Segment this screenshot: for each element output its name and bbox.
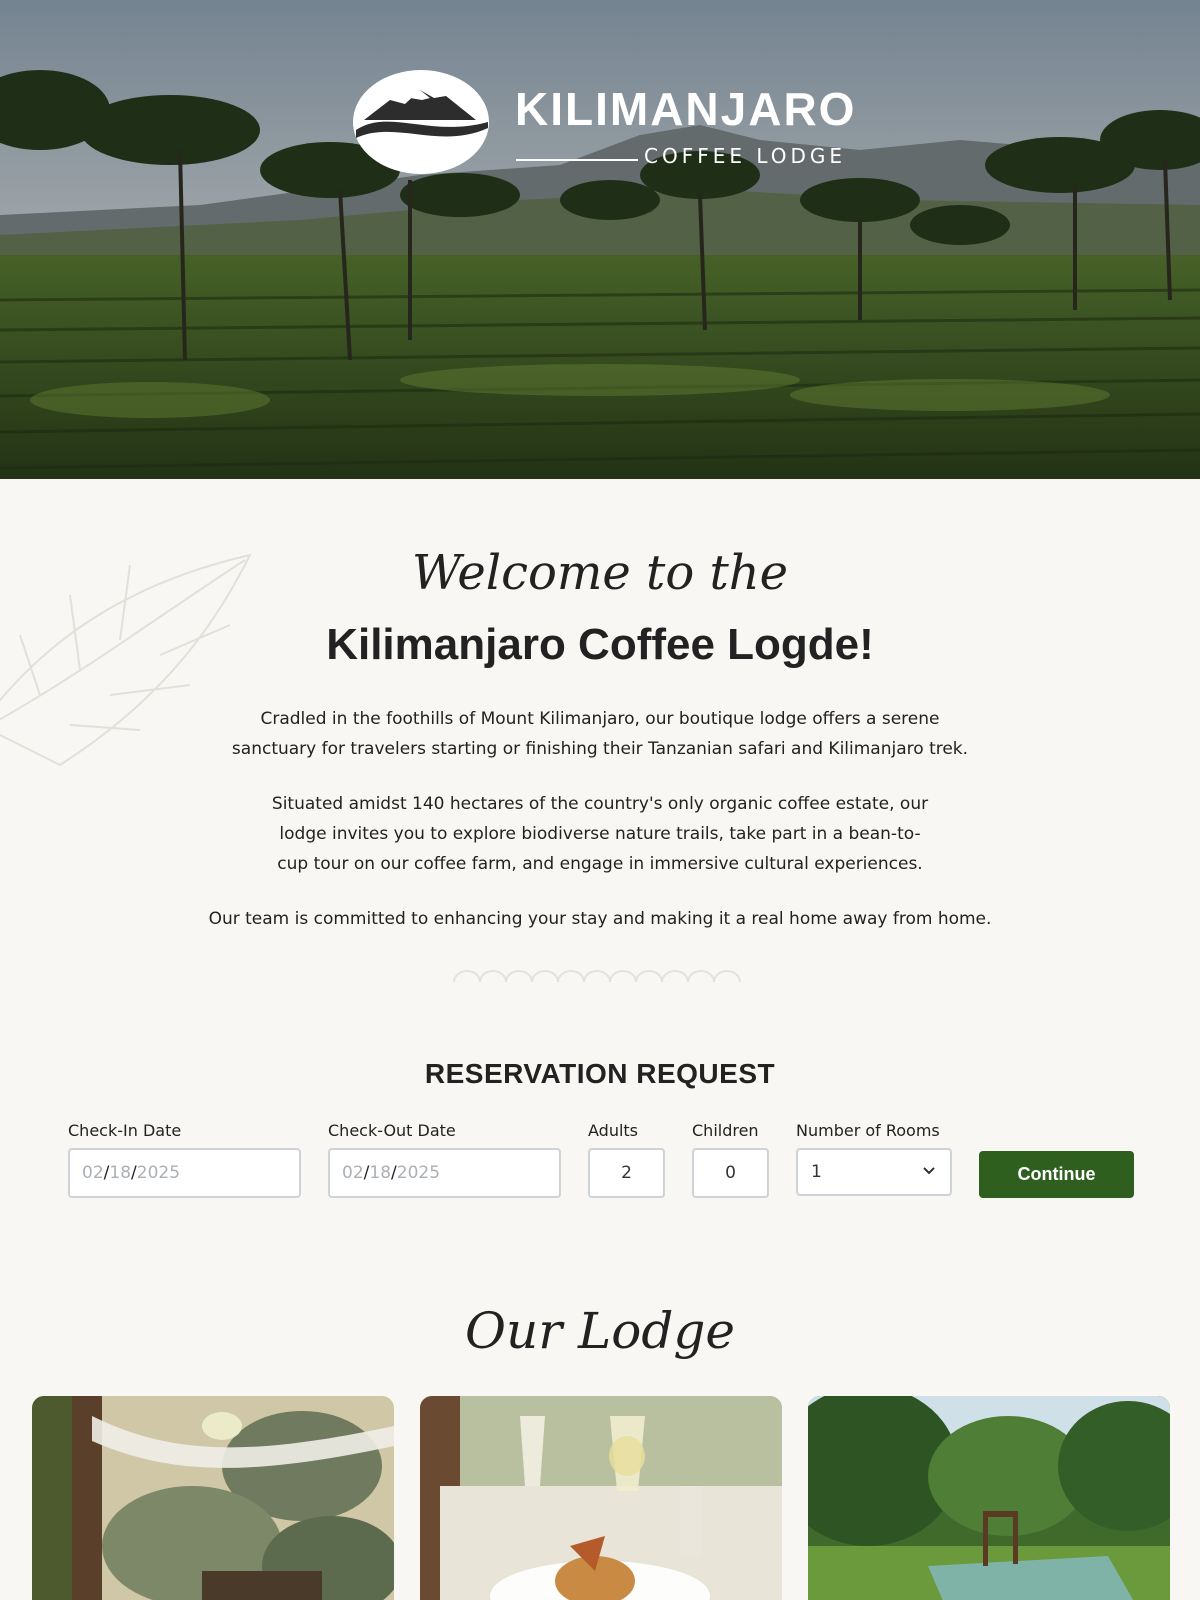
adults-label: Adults <box>588 1121 639 1140</box>
check-in-month[interactable]: 02 <box>82 1163 104 1183</box>
rooms-label: Number of Rooms <box>796 1121 940 1140</box>
mountain-emblem-icon <box>353 70 489 174</box>
lodge-dining-photo[interactable] <box>420 1396 782 1600</box>
bedroom-image <box>32 1396 394 1600</box>
intro-paragraph: Cradled in the foothills of Mount Kilima… <box>231 709 969 759</box>
rooms-selected-value: 1 <box>811 1162 822 1182</box>
lodge-pool-photo[interactable] <box>808 1396 1170 1600</box>
children-label: Children <box>692 1121 759 1140</box>
estate-paragraph: Situated amidst 140 hectares of the coun… <box>271 794 929 874</box>
check-in-day[interactable]: 18 <box>109 1163 131 1183</box>
check-out-year[interactable]: 2025 <box>397 1163 440 1183</box>
check-in-year[interactable]: 2025 <box>137 1163 180 1183</box>
check-out-day[interactable]: 18 <box>369 1163 391 1183</box>
brand-logo[interactable]: KILIMANJARO COFFEE LODGE <box>350 68 854 178</box>
hero-banner: KILIMANJARO COFFEE LODGE <box>0 0 1200 479</box>
page-title: Kilimanjaro Coffee Logde! <box>326 620 874 669</box>
rooms-select[interactable]: 1 <box>796 1148 952 1196</box>
lodge-room-photo[interactable] <box>32 1396 394 1600</box>
reservation-title: RESERVATION REQUEST <box>424 1058 776 1089</box>
wave-divider-decoration <box>453 970 741 983</box>
check-out-date-input[interactable]: 02/18/2025 <box>328 1148 561 1198</box>
check-out-month[interactable]: 02 <box>342 1163 364 1183</box>
adults-input[interactable]: 2 <box>588 1148 665 1198</box>
check-in-label: Check-In Date <box>68 1121 182 1140</box>
logo-divider <box>516 159 638 161</box>
children-input[interactable]: 0 <box>692 1148 769 1198</box>
our-lodge-heading: Our Lodge <box>465 1302 735 1360</box>
continue-button[interactable]: Continue <box>979 1151 1134 1198</box>
adults-value: 2 <box>621 1163 632 1183</box>
check-out-label: Check-Out Date <box>328 1121 456 1140</box>
children-value: 0 <box>725 1163 736 1183</box>
welcome-script-heading: Welcome to the <box>411 545 789 601</box>
brand-name: KILIMANJARO <box>515 83 857 135</box>
dining-image <box>420 1396 782 1600</box>
chevron-down-icon <box>923 1167 935 1175</box>
pool-garden-image <box>808 1396 1170 1600</box>
check-in-date-input[interactable]: 02/18/2025 <box>68 1148 301 1198</box>
brand-tagline: COFFEE LODGE <box>644 144 847 168</box>
team-paragraph: Our team is committed to enhancing your … <box>208 909 992 929</box>
